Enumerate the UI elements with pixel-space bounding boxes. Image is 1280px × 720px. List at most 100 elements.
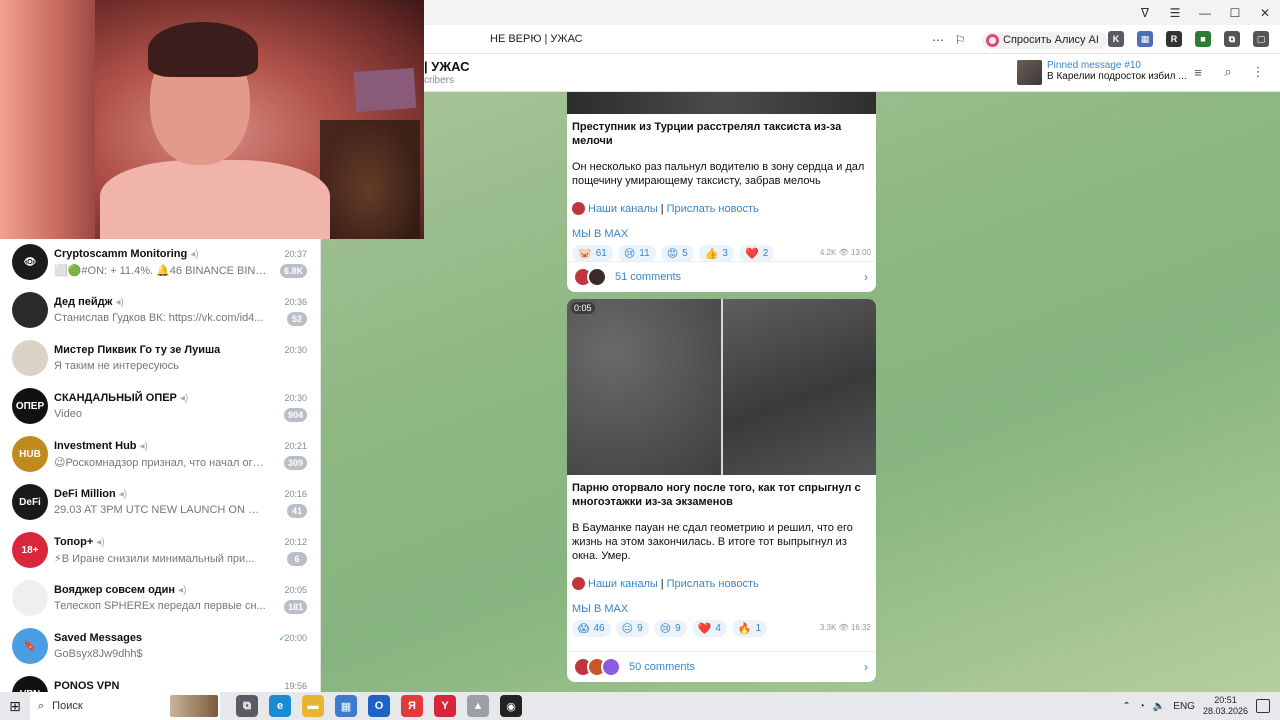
windows-start-icon[interactable]: ⊞ <box>0 692 30 720</box>
reaction-button[interactable]: 😐 9 <box>615 620 649 637</box>
muted-icon: ◂) <box>190 249 199 260</box>
search-label: Поиск <box>52 700 83 712</box>
more-vertical-icon[interactable]: ⋮ <box>1250 64 1266 80</box>
search-icon[interactable]: ⌕ <box>1220 64 1236 80</box>
menu-icon[interactable]: ☰ <box>1160 0 1190 25</box>
chat-name: Investment Hub <box>54 440 137 452</box>
send-news-link[interactable]: Прислать новость <box>667 203 759 215</box>
view-count: 3.3K <box>819 623 837 632</box>
avatar: DeFi <box>12 484 48 520</box>
network-icon[interactable]: ◔ <box>1139 701 1145 712</box>
avatar <box>587 267 607 287</box>
our-channels-link[interactable]: Наши каналы <box>588 203 658 215</box>
chat-list-item[interactable]: HUB Investment Hub ◂) 20:21 😉Роскомнадзор… <box>0 431 320 479</box>
chat-list-item[interactable]: Дед пейдж ◂) 20:36 Станислав Гудков ВК: h… <box>0 287 320 335</box>
search-highlight-image <box>170 695 218 717</box>
reaction-button[interactable]: 😡 5 <box>660 245 694 262</box>
avatar <box>12 292 48 328</box>
chat-list-item[interactable]: Мистер Пиквик Го ту зе Луиша 20:30 Я так… <box>0 335 320 383</box>
yandex-icon[interactable]: Я <box>401 695 423 717</box>
chat-preview: Телескоп SPHEREx передал первые сн... <box>54 600 266 612</box>
extension-icons: K ▦ R ■ ⧉ ▢ ↓ <box>1108 31 1280 47</box>
our-channels-link[interactable]: Наши каналы <box>588 578 658 590</box>
obs-icon[interactable]: ◉ <box>500 695 522 717</box>
store-icon[interactable]: ▦ <box>335 695 357 717</box>
maximize-icon[interactable]: ☐ <box>1220 0 1250 25</box>
chat-name: DeFi Million <box>54 488 116 500</box>
chat-list-item[interactable]: DeFi DeFi Million ◂) 20:16 29.03 AT 3PM U… <box>0 479 320 527</box>
unread-badge: 6.8K <box>279 264 307 278</box>
reaction-button[interactable]: ❤️ 4 <box>691 620 727 637</box>
comments-count: 50 comments <box>629 661 696 673</box>
reaction-button[interactable]: 🐷 61 <box>572 245 613 262</box>
system-tray: ⌃ ◔ 🔈 ENG 20:51 28.03.2026 <box>1122 692 1280 720</box>
chat-name: Дед пейдж <box>54 296 113 308</box>
minimize-icon[interactable]: — <box>1190 0 1220 25</box>
send-news-link[interactable]: Прислать новость <box>667 578 759 590</box>
max-link[interactable]: МЫ В MAX <box>572 603 871 615</box>
extension-pin-icon[interactable]: ᐁ <box>1130 0 1160 25</box>
comments-button[interactable]: 50 comments › <box>567 651 876 682</box>
post-video[interactable]: 0:05 <box>567 299 876 475</box>
chat-list-item[interactable]: 👁 Cryptoscamm Monitoring ◂) 20:37 ⬜🟢#ON: … <box>0 239 320 287</box>
reaction-button[interactable]: 😱 46 <box>572 620 611 637</box>
screenshot-icon[interactable]: ▢ <box>1253 31 1269 47</box>
alice-button[interactable]: Спросить Алису AI <box>982 31 1107 49</box>
muted-icon: ◂) <box>96 537 105 548</box>
reaction-button[interactable]: ❤️ 2 <box>738 245 775 262</box>
app-icon[interactable]: ▲ <box>467 695 489 717</box>
chat-preview: GoBsyx8Jw9dhh$ <box>54 648 143 660</box>
chat-name: Вояджер совсем один <box>54 584 176 596</box>
chat-name: Топор+ <box>54 536 94 548</box>
reaction-button[interactable]: 👍 3 <box>698 245 734 262</box>
clock-date: 28.03.2026 <box>1202 706 1248 716</box>
taskbar-search[interactable]: ⌕ Поиск <box>30 692 220 720</box>
muted-icon: ◂) <box>178 585 187 596</box>
pinned-message[interactable]: Pinned message #10 В Карелии подросток и… <box>1017 60 1187 85</box>
chat-name: PONOS VPN <box>54 680 120 692</box>
chat-list-item[interactable]: ОПЕР СКАНДАЛЬНЫЙ ОПЕР ◂) 20:30 Video 904 <box>0 383 320 431</box>
page-title: НЕ ВЕРЮ | УЖАС <box>490 33 583 45</box>
reaction-button[interactable]: 😢 9 <box>653 620 687 637</box>
chat-list-item[interactable]: 🔖 Saved Messages ✓ 20:00 GoBsyx8Jw9dhh$ <box>0 623 320 671</box>
filter-icon[interactable]: ≡ <box>1190 64 1206 80</box>
chat-time: 20:37 <box>284 249 307 259</box>
post-links: Наши каналы | Прислать новость <box>572 202 871 215</box>
outlook-icon[interactable]: O <box>368 695 390 717</box>
max-link[interactable]: МЫ В MAX <box>572 228 871 240</box>
more-icon[interactable]: ⋯ <box>930 32 946 48</box>
chat-time: 20:00 <box>284 633 307 643</box>
avatar <box>12 580 48 616</box>
yandex-browser-icon[interactable]: Y <box>434 695 456 717</box>
language-indicator[interactable]: ENG <box>1173 701 1195 712</box>
edge-icon[interactable]: e <box>269 695 291 717</box>
extension-flag-icon[interactable]: ■ <box>1195 31 1211 47</box>
extension-r-icon[interactable]: R <box>1166 31 1182 47</box>
chat-list-item[interactable]: VPN PONOS VPN 19:56 <box>0 671 320 692</box>
chat-list-item[interactable]: Вояджер совсем один ◂) 20:05 Телескоп SPH… <box>0 575 320 623</box>
volume-icon[interactable]: 🔈 <box>1153 701 1165 712</box>
chat-name: Cryptoscamm Monitoring <box>54 248 188 260</box>
channel-title[interactable]: | УЖАС <box>424 59 470 74</box>
task-view-icon[interactable]: ⧉ <box>236 695 258 717</box>
close-icon[interactable]: ✕ <box>1250 0 1280 25</box>
clock[interactable]: 20:51 28.03.2026 <box>1203 695 1248 717</box>
reaction-button[interactable]: 🔥 1 <box>731 620 768 637</box>
chat-preview: Я таким не интересуюсь <box>54 360 179 372</box>
post-image[interactable] <box>567 92 876 114</box>
extension-k-icon[interactable]: K <box>1108 31 1124 47</box>
extension-grid-icon[interactable]: ▦ <box>1137 31 1153 47</box>
reaction-button[interactable]: 😢 11 <box>617 245 656 262</box>
chat-list-item[interactable]: 18+ Топор+ ◂) 20:12 ⚡В Иране снизили мини… <box>0 527 320 575</box>
view-count: 4.2K <box>819 248 837 257</box>
post-time: 16:32 <box>850 623 871 632</box>
clock-time: 20:51 <box>1214 695 1237 705</box>
chevron-up-icon[interactable]: ⌃ <box>1122 701 1130 712</box>
notification-icon[interactable] <box>1256 699 1270 713</box>
file-explorer-icon[interactable]: ▬ <box>302 695 324 717</box>
alice-icon <box>986 33 999 47</box>
extensions-icon[interactable]: ⧉ <box>1224 31 1240 47</box>
chat-list: 👁 Cryptoscamm Monitoring ◂) 20:37 ⬜🟢#ON: … <box>0 239 321 692</box>
comments-button[interactable]: 51 comments › <box>567 261 876 292</box>
bookmark-icon[interactable]: ⚐ <box>952 32 968 48</box>
